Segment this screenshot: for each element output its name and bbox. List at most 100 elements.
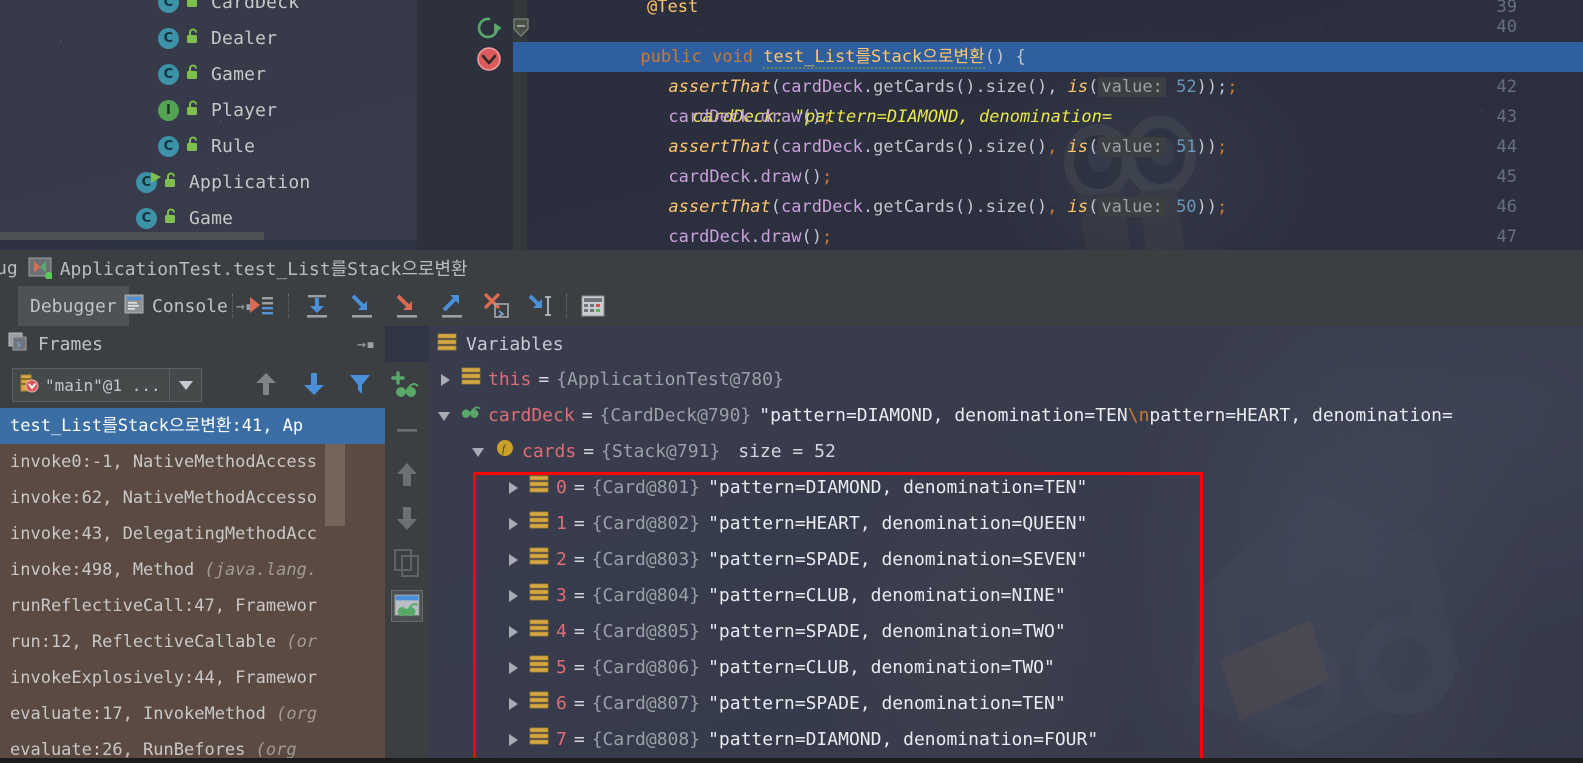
frame-row[interactable]: run:12, ReflectiveCallable (or: [0, 624, 385, 660]
variable-size: size = 52: [738, 441, 836, 462]
variable-row-card[interactable]: 1 = {Card@802} "pattern=HEART, denomination…: [429, 506, 1583, 542]
step-into-button[interactable]: [347, 292, 377, 320]
frame-row[interactable]: invoke:43, DelegatingMethodAcc: [0, 516, 385, 552]
drop-frame-button[interactable]: [482, 292, 512, 320]
tree-item-game[interactable]: C Game: [0, 200, 417, 236]
class-icon: C: [158, 63, 179, 85]
variable-row-card[interactable]: 6 = {Card@807} "pattern=SPADE, denomination…: [429, 686, 1583, 722]
variable-row[interactable]: cardDeck = {CardDeck@790} "pattern=DIAMOND,…: [429, 398, 1583, 434]
tree-item-test-folder[interactable]: test: [0, 232, 264, 240]
show-execution-point-button[interactable]: [246, 292, 276, 320]
console-icon: [124, 294, 144, 319]
card-ref: {Card@805}: [591, 621, 701, 642]
force-step-into-button[interactable]: [392, 292, 422, 320]
equals-sign: =: [573, 477, 585, 498]
frame-row-label: invoke:498, Method: [10, 560, 205, 580]
chevron-right-icon[interactable]: [505, 479, 523, 497]
inspect-button[interactable]: [391, 590, 423, 622]
frame-row[interactable]: runReflectiveCall:47, Framewor: [0, 588, 385, 624]
chevron-right-icon[interactable]: [505, 731, 523, 749]
chevron-down-icon[interactable]: [38, 240, 54, 241]
evaluate-expression-button[interactable]: [578, 292, 608, 320]
frame-row[interactable]: test_List를Stack으로변환:41, Ap: [0, 408, 385, 444]
code-text-area[interactable]: @Test public void test_List를Stack으로변환() …: [527, 0, 1583, 250]
code-editor[interactable]: 39 40 41 42 43 44 45 46 47 @Test public …: [417, 0, 1583, 250]
frames-icon: s: [8, 332, 30, 357]
variable-row-card[interactable]: 7 = {Card@808} "pattern=DIAMOND, denominati…: [429, 722, 1583, 758]
run-to-cursor-button[interactable]: [524, 292, 554, 320]
chevron-right-icon[interactable]: [505, 515, 523, 533]
tree-item-label: Game: [189, 207, 234, 229]
frames-down-button[interactable]: [303, 371, 325, 401]
thread-selector-value: "main"@1 ...: [45, 375, 161, 395]
variable-row-card[interactable]: 2 = {Card@803} "pattern=SPADE, denomination…: [429, 542, 1583, 578]
chevron-right-icon[interactable]: [505, 587, 523, 605]
frame-row[interactable]: evaluate:17, InvokeMethod (org: [0, 696, 385, 732]
step-over-button[interactable]: [302, 292, 332, 320]
equals-sign: =: [573, 693, 585, 714]
card-index: 1: [556, 513, 567, 534]
variable-row-card[interactable]: 0 = {Card@801} "pattern=DIAMOND, denominati…: [429, 470, 1583, 506]
breakpoint-icon[interactable]: [476, 46, 502, 72]
tree-item-dealer[interactable]: C Dealer: [0, 20, 417, 56]
step-out-button[interactable]: [437, 292, 467, 320]
tree-item-rule[interactable]: C Rule: [0, 128, 417, 164]
code-line-45: assertThat(cardDeck.getCards().size(), i…: [668, 197, 1228, 217]
debugger-tabbar[interactable]: Debugger Console →▪: [0, 286, 1583, 326]
package-private-icon: [179, 135, 211, 158]
variable-row-card[interactable]: 5 = {Card@806} "pattern=CLUB, denomination=…: [429, 650, 1583, 686]
tree-item-application[interactable]: C Application: [0, 164, 417, 200]
watch-icon: [461, 398, 488, 434]
hide-frames-icon[interactable]: →▪: [357, 335, 375, 353]
frames-title: Frames: [38, 333, 104, 355]
toolbar-separator: [288, 294, 289, 318]
frame-row[interactable]: invoke0:-1, NativeMethodAccess: [0, 444, 385, 480]
tab-console[interactable]: Console →▪: [112, 286, 266, 326]
frame-row[interactable]: invokeExplosively:44, Framewor: [0, 660, 385, 696]
equals-sign: =: [538, 369, 550, 390]
variables-tree[interactable]: this = {ApplicationTest@780} cardDeck = {Card…: [429, 362, 1583, 758]
tree-item-label: CardDeck: [211, 0, 300, 13]
chevron-right-icon[interactable]: [505, 551, 523, 569]
variable-row-card[interactable]: 3 = {Card@804} "pattern=CLUB, denomination=…: [429, 578, 1583, 614]
frames-filter-button[interactable]: [348, 372, 372, 400]
frames-panel[interactable]: s Frames →▪ "main"@1 ... test_List를Stack…: [0, 326, 385, 763]
move-watch-down-button: [391, 502, 423, 534]
variables-panel[interactable]: Variables this = {ApplicationTest@780} card…: [429, 326, 1583, 763]
chevron-right-icon[interactable]: [505, 659, 523, 677]
thread-selector-dropdown[interactable]: "main"@1 ...: [12, 368, 202, 402]
chevron-right-icon[interactable]: [505, 695, 523, 713]
tree-item-label: test: [94, 240, 138, 241]
chevron-right-icon[interactable]: [437, 371, 455, 389]
frame-row-package: (java.lang.: [204, 560, 318, 580]
class-icon: C: [158, 0, 179, 13]
variables-side-toolbar[interactable]: [385, 362, 429, 763]
run-marker-icon: [150, 168, 162, 189]
project-tree-panel[interactable]: C CardDeck C Dealer C Gamer I Player C Rule C Appli…: [0, 0, 417, 240]
object-icon: [461, 362, 488, 398]
chevron-right-icon[interactable]: [505, 623, 523, 641]
tree-item-gamer[interactable]: C Gamer: [0, 56, 417, 92]
tree-item-player[interactable]: I Player: [0, 92, 417, 128]
frames-toolbar[interactable]: "main"@1 ...: [0, 362, 385, 408]
frame-row[interactable]: invoke:62, NativeMethodAccesso: [0, 480, 385, 516]
variable-row-card[interactable]: 4 = {Card@805} "pattern=SPADE, denomination…: [429, 614, 1583, 650]
variable-row[interactable]: this = {ApplicationTest@780}: [429, 362, 1583, 398]
chevron-down-icon[interactable]: [169, 369, 201, 401]
copy-value-button: [391, 546, 423, 578]
chevron-down-icon[interactable]: [437, 407, 455, 425]
class-icon: C: [158, 135, 179, 157]
code-line-47: assertThat(cardDeck.getCards().size(), i…: [607, 222, 1227, 250]
frame-row-package: (or: [286, 632, 318, 652]
debug-window-label: ug: [0, 257, 18, 279]
variable-row[interactable]: f cards = {Stack@791} size = 52: [429, 434, 1583, 470]
frame-row[interactable]: invoke:498, Method (java.lang.: [0, 552, 385, 588]
add-watch-button[interactable]: [391, 370, 423, 402]
frames-up-button[interactable]: [255, 371, 277, 401]
frames-list[interactable]: test_List를Stack으로변환:41, Ap invoke0:-1, Na…: [0, 408, 385, 763]
card-ref: {Card@807}: [591, 693, 701, 714]
tree-item-carddeck[interactable]: C CardDeck: [0, 0, 417, 20]
run-test-icon[interactable]: [477, 16, 501, 40]
chevron-down-icon[interactable]: [471, 443, 489, 461]
equals-sign: =: [573, 549, 585, 570]
